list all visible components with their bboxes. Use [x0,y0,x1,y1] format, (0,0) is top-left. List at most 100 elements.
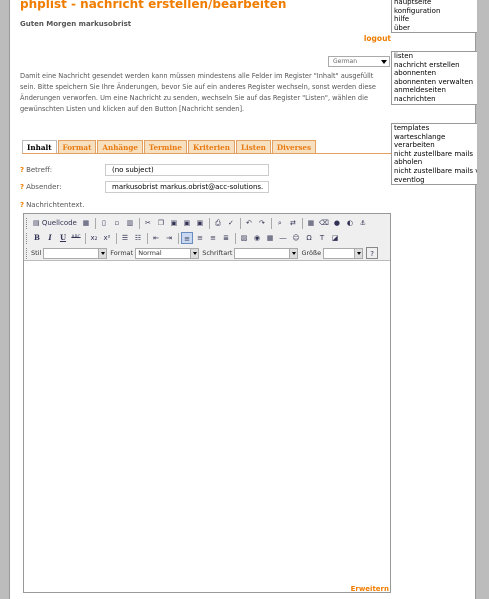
find-icon[interactable]: ⌕ [274,217,286,229]
tab-format[interactable]: Format [57,140,97,154]
sidebar-item[interactable]: nachricht erstellen [392,61,477,70]
sidebar-item[interactable]: warteschlange [392,133,477,142]
sidebar-item[interactable]: listen [392,52,477,61]
image-icon[interactable]: ▨ [238,232,250,244]
align-justify-icon[interactable]: ≣ [220,232,232,244]
toolbar-row-2: B I U ABC x₂ x² ☰ ☷ ⇤ ⇥ ≡ ≡ ≡ ≣ ▨ ◉ ▦ ― … [26,231,342,245]
info-text: Damit eine Nachricht gesendet werden kan… [20,72,376,113]
spellcheck-icon[interactable]: ✓ [225,217,237,229]
indent-icon[interactable]: ⇥ [163,232,175,244]
help-icon[interactable]: ? [366,247,379,259]
editor-body[interactable] [24,261,390,592]
help-link[interactable]: ? [20,183,24,191]
separator [239,217,241,229]
subscript-icon[interactable]: x₂ [88,232,100,244]
tab-bar: Inhalt Format Anhänge Termine Kriterien … [22,140,317,154]
format-select[interactable]: Normal [135,247,200,259]
paste-word-icon[interactable]: ▣ [194,217,206,229]
preview-icon[interactable]: ▫ [111,217,123,229]
cut-icon[interactable]: ✂ [142,217,154,229]
table-icon[interactable]: ▦ [264,232,276,244]
toolbar-grip [26,247,29,259]
sidebar-item[interactable]: hilfe [392,15,477,24]
language-select[interactable]: German [328,56,390,67]
bold-button[interactable]: B [31,232,43,244]
sidebar-item[interactable]: verarbeiten [392,141,477,150]
paste-text-icon[interactable]: ▣ [181,217,193,229]
template-icon[interactable]: ▥ [124,217,136,229]
chevron-down-icon [289,248,298,258]
sidebar-group-lists: listen nachricht erstellen abonnenten abonn… [391,51,477,105]
ordered-list-icon[interactable]: ☰ [119,232,131,244]
flash-icon[interactable]: ◉ [251,232,263,244]
subject-input[interactable]: (no subject) [105,164,269,176]
link-icon[interactable]: ● [331,217,343,229]
separator [147,232,148,244]
sidebar-item[interactable]: nicht zustellbare mails [392,150,477,159]
tab-termine[interactable]: Termine [143,140,187,154]
page-title: phplist - nachricht erstellen/bearbeiten [20,0,287,11]
help-link[interactable]: ? [20,166,24,174]
sidebar-item[interactable]: abholen [392,158,477,167]
chevron-down-icon [354,248,363,258]
sidebar-item[interactable]: nachrichten [392,95,477,104]
sidebar-item[interactable]: konfiguration [392,7,477,16]
sidebar-item[interactable]: anmeldeseiten [392,86,477,95]
print-icon[interactable]: ⎙ [212,217,224,229]
sender-input[interactable]: markusobrist markus.obrist@acc-solutions… [105,181,269,193]
save-icon[interactable]: ▦ [80,217,92,229]
style-select[interactable] [43,247,108,259]
help-link[interactable]: ? [20,201,24,209]
align-center-icon[interactable]: ≡ [194,232,206,244]
strike-button[interactable]: ABC [70,232,82,244]
message-label: ? Nachrichtentext. [20,201,85,209]
unordered-list-icon[interactable]: ☷ [132,232,144,244]
sidebar-group-admin: templates warteschlange verarbeiten nicht z… [391,123,477,186]
sidebar-item[interactable]: hauptseite [392,0,477,7]
sidebar-item[interactable]: abonnenten [392,69,477,78]
undo-icon[interactable]: ↶ [243,217,255,229]
sidebar-item[interactable]: abonnenten verwalten [392,78,477,87]
smiley-icon[interactable]: ☺ [290,232,302,244]
bg-color-icon[interactable]: ◪ [329,232,341,244]
align-left-icon[interactable]: ≡ [181,232,193,244]
replace-icon[interactable]: ⇄ [287,217,299,229]
paste-icon[interactable]: ▣ [168,217,180,229]
toolbar-row-1: ▤ Quellcode ▦ ▯ ▫ ▥ ✂ ❐ ▣ ▣ ▣ ⎙ ✓ ↶ ↷ ⌕ … [26,216,370,230]
separator [235,232,236,244]
sidebar-item[interactable]: nicht zustellbare mails verarbeiten [392,167,477,176]
horizontal-rule-icon[interactable]: ― [277,232,289,244]
align-right-icon[interactable]: ≡ [207,232,219,244]
copy-icon[interactable]: ❐ [155,217,167,229]
expand-link[interactable]: Erweitern [351,585,389,593]
tab-kriterien[interactable]: Kriterien [187,140,235,154]
source-button[interactable]: ▤ Quellcode [31,217,79,229]
toolbar-grip [26,217,29,229]
new-page-icon[interactable]: ▯ [98,217,110,229]
size-select[interactable] [323,247,364,259]
sidebar-item[interactable]: über [392,24,477,33]
redo-icon[interactable]: ↷ [256,217,268,229]
text-color-icon[interactable]: T [316,232,328,244]
tab-anhaenge[interactable]: Anhänge [97,140,143,154]
font-select[interactable] [234,247,299,259]
special-char-icon[interactable]: Ω [303,232,315,244]
page: phplist - nachricht erstellen/bearbeiten… [9,0,477,599]
tab-listen[interactable]: Listen [235,140,271,154]
outdent-icon[interactable]: ⇤ [150,232,162,244]
superscript-icon[interactable]: x² [101,232,113,244]
main-content: phplist - nachricht erstellen/bearbeiten… [10,0,391,599]
tab-inhalt[interactable]: Inhalt [22,140,57,154]
remove-format-icon[interactable]: ⌫ [318,217,330,229]
tab-diverses[interactable]: Diverses [271,140,317,154]
editor-toolbar: ▤ Quellcode ▦ ▯ ▫ ▥ ✂ ❐ ▣ ▣ ▣ ⎙ ✓ ↶ ↷ ⌕ … [24,214,390,261]
logout-link[interactable]: logout [364,34,391,43]
unlink-icon[interactable]: ◐ [344,217,356,229]
sidebar-item[interactable]: templates [392,124,477,133]
anchor-icon[interactable]: ⚓ [357,217,369,229]
select-all-icon[interactable]: ▦ [305,217,317,229]
underline-button[interactable]: U [57,232,69,244]
size-label: Größe [301,249,322,257]
italic-button[interactable]: I [44,232,56,244]
sidebar-item[interactable]: eventlog [392,176,477,185]
